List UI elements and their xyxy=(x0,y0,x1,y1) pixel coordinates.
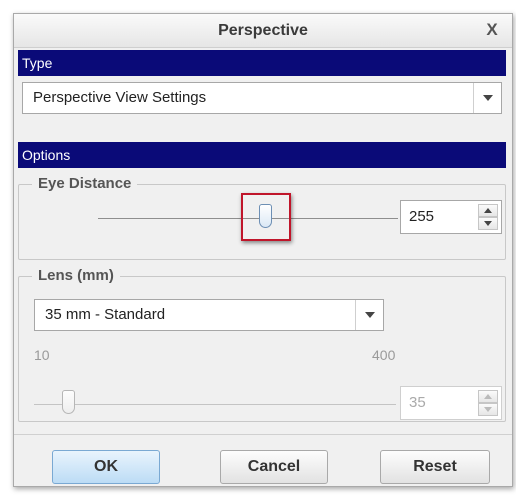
lens-range-min: 10 xyxy=(34,347,50,363)
lens-slider-thumb[interactable] xyxy=(62,390,75,414)
view-type-dropdown[interactable]: Perspective View Settings xyxy=(22,82,502,114)
spin-down-icon[interactable] xyxy=(478,403,498,416)
lens-dropdown[interactable]: 35 mm - Standard xyxy=(34,299,384,331)
chevron-down-icon[interactable] xyxy=(473,83,501,113)
eye-distance-value: 255 xyxy=(409,208,435,225)
dialog-title: Perspective xyxy=(218,22,308,39)
spin-down-icon[interactable] xyxy=(478,217,498,230)
highlight-box xyxy=(241,193,291,241)
eye-distance-spinner[interactable]: 255 xyxy=(400,200,502,234)
options-section-header: Options xyxy=(18,142,506,168)
eye-distance-legend: Eye Distance xyxy=(32,175,138,192)
lens-range-max: 400 xyxy=(372,347,396,363)
title-bar[interactable]: Perspective X xyxy=(14,14,512,48)
lens-spinner[interactable]: 35 xyxy=(400,386,502,420)
lens-slider-track[interactable] xyxy=(34,404,396,405)
ok-button[interactable]: OK xyxy=(52,450,160,484)
lens-dropdown-value: 35 mm - Standard xyxy=(45,306,166,323)
spin-up-icon[interactable] xyxy=(478,204,498,217)
footer-divider xyxy=(14,434,512,435)
lens-value: 35 xyxy=(409,394,426,411)
lens-legend: Lens (mm) xyxy=(32,267,120,284)
spin-up-icon[interactable] xyxy=(478,390,498,403)
close-icon[interactable]: X xyxy=(482,20,502,40)
perspective-dialog: Perspective X Type Perspective View Sett… xyxy=(13,13,513,487)
chevron-down-icon[interactable] xyxy=(355,300,383,330)
type-section-header: Type xyxy=(18,50,506,76)
view-type-dropdown-value: Perspective View Settings xyxy=(33,89,207,106)
reset-button[interactable]: Reset xyxy=(380,450,490,484)
cancel-button[interactable]: Cancel xyxy=(220,450,328,484)
